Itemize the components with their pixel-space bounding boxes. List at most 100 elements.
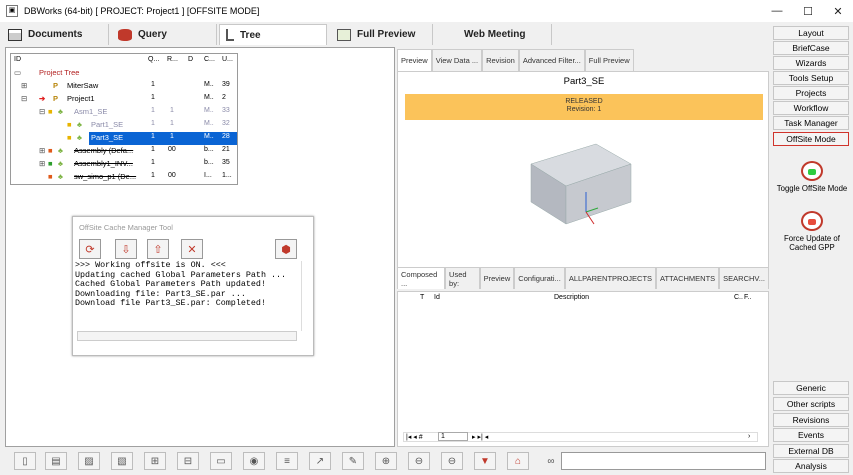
tab-web-meeting[interactable]: Web Meeting bbox=[436, 24, 552, 45]
toggle-offsite-button[interactable]: Toggle OffSite Mode bbox=[771, 161, 853, 193]
tab-revision[interactable]: Revision bbox=[482, 49, 519, 71]
sidebar-revisions[interactable]: Revisions bbox=[773, 413, 849, 427]
folder-icon[interactable]: ▧ bbox=[111, 452, 133, 470]
sidebar-events[interactable]: Events bbox=[773, 428, 849, 442]
zoom-in-icon[interactable]: ⊕ bbox=[375, 452, 397, 470]
sidebar-workflow[interactable]: Workflow bbox=[773, 101, 849, 115]
folder-icon: ■ bbox=[48, 146, 53, 155]
tab-query[interactable]: Query bbox=[112, 24, 217, 45]
tree-row-project1[interactable]: ⊟ ➔ P Project1 1 M.. 2 bbox=[11, 93, 237, 106]
folder-open-icon[interactable]: ▨ bbox=[78, 452, 100, 470]
tab-full-preview[interactable]: Full Preview bbox=[331, 24, 433, 45]
sidebar-task-manager[interactable]: Task Manager bbox=[773, 116, 849, 130]
arrow-icon: ➔ bbox=[39, 94, 46, 103]
sidebar-wizards[interactable]: Wizards bbox=[773, 56, 849, 70]
vertical-scrollbar[interactable] bbox=[301, 261, 311, 331]
clear-cache-button[interactable]: ✕ bbox=[181, 239, 203, 259]
documents-icon bbox=[8, 28, 22, 41]
column-c[interactable]: C.. bbox=[734, 294, 743, 301]
stack-icon[interactable]: ≡ bbox=[276, 452, 298, 470]
zoom-out-icon[interactable]: ⊖ bbox=[441, 452, 463, 470]
tab-configurations[interactable]: Configurati... bbox=[514, 267, 565, 289]
sidebar-generic[interactable]: Generic bbox=[773, 381, 849, 395]
collapse-icon[interactable]: ⊟ bbox=[21, 94, 27, 103]
column-u[interactable]: U... bbox=[222, 56, 233, 63]
column-id[interactable]: ID bbox=[14, 56, 21, 63]
upload-cache-button[interactable]: ⇧ bbox=[147, 239, 169, 259]
column-d[interactable]: D bbox=[188, 56, 193, 63]
document-icon[interactable]: ▭ bbox=[210, 452, 232, 470]
page-field[interactable]: 1 bbox=[438, 432, 468, 441]
scroll-right-icon[interactable]: › bbox=[748, 433, 750, 440]
vault-icon[interactable]: ▤ bbox=[45, 452, 67, 470]
sidebar-layout[interactable]: Layout bbox=[773, 26, 849, 40]
sidebar-other-scripts[interactable]: Other scripts bbox=[773, 397, 849, 411]
folder-icon: ■ bbox=[67, 133, 72, 142]
tree-view-icon[interactable]: ⊟ bbox=[177, 452, 199, 470]
tab-searchv[interactable]: SEARCHV... bbox=[719, 267, 769, 289]
tree-row-mitersaw[interactable]: ⊞ P MiterSaw 1 M.. 39 bbox=[11, 80, 237, 93]
stop-button[interactable]: ⬢ bbox=[275, 239, 297, 259]
tab-used-by[interactable]: Used by: bbox=[445, 267, 480, 289]
sidebar-offsite-mode[interactable]: OffSite Mode bbox=[773, 132, 849, 146]
column-f[interactable]: F.. bbox=[744, 294, 751, 301]
tab-allparentprojects[interactable]: ALLPARENTPROJECTS bbox=[564, 267, 657, 289]
expand-icon[interactable]: ⊞ bbox=[39, 159, 45, 168]
offsite-cache-manager-dialog: OffSite Cache Manager Tool ⟳ ⇩ ⇧ ✕ ⬢ >>>… bbox=[72, 216, 314, 356]
tab-attachments[interactable]: ATTACHMENTS bbox=[656, 267, 720, 289]
tree-row-assembly1-inv[interactable]: ⊞ ■ ♣ Assembly1_INV... 1 b... 35 bbox=[11, 158, 237, 171]
collapse-icon[interactable]: ⊟ bbox=[39, 107, 45, 116]
next-page-icon[interactable]: ▸ ▸| ◂ bbox=[472, 433, 488, 441]
tree-row-project-tree[interactable]: ▭ Project Tree bbox=[11, 67, 237, 80]
column-c[interactable]: C... bbox=[204, 56, 215, 63]
expand-icon[interactable]: ⊞ bbox=[21, 81, 27, 90]
tab-advanced-filter[interactable]: Advanced Filter... bbox=[518, 49, 585, 71]
column-description[interactable]: Description bbox=[554, 294, 589, 301]
force-update-button[interactable]: Force Update of Cached GPP bbox=[771, 211, 853, 252]
tree-row-part3[interactable]: ■ ♣ Part3_SE 1 1 M.. 28 bbox=[11, 132, 237, 145]
tab-documents[interactable]: Documents bbox=[2, 24, 109, 45]
edit-document-icon[interactable]: ✎ bbox=[342, 452, 364, 470]
tree-row-sw-simo[interactable]: ■ ♣ sw_simo_p1 (De... 1 00 I... 1... bbox=[11, 171, 237, 184]
assembly-icon: ♣ bbox=[58, 146, 63, 155]
expand-icon[interactable]: ⊞ bbox=[39, 146, 45, 155]
folder-icon: ■ bbox=[48, 172, 53, 181]
tree-row-assembly-defa[interactable]: ⊞ ■ ♣ Assembly (Defa... 1 00 b... 21 bbox=[11, 145, 237, 158]
lower-tabs: Composed ... Used by: Preview Configurat… bbox=[397, 265, 769, 289]
folder-icon: ■ bbox=[48, 159, 53, 168]
sidebar-tools-setup[interactable]: Tools Setup bbox=[773, 71, 849, 85]
filter-icon[interactable]: ▼ bbox=[474, 452, 496, 470]
search-icon[interactable]: ⊖ bbox=[408, 452, 430, 470]
project-icon: P bbox=[53, 94, 59, 103]
tab-composed[interactable]: Composed ... bbox=[397, 267, 446, 289]
new-document-icon[interactable]: ▯ bbox=[14, 452, 36, 470]
quick-search-input[interactable] bbox=[561, 452, 766, 470]
sidebar-projects[interactable]: Projects bbox=[773, 86, 849, 100]
tree-row-asm1[interactable]: ⊟ ■ ♣ Asm1_SE 1 1 M.. 33 bbox=[11, 106, 237, 119]
assembly-icon: ♣ bbox=[58, 159, 63, 168]
tab-full-preview[interactable]: Full Preview bbox=[584, 49, 634, 71]
first-page-icon[interactable]: |◂ ◂ # bbox=[406, 433, 423, 441]
sidebar-external-db[interactable]: External DB bbox=[773, 444, 849, 458]
database-icon[interactable]: ◉ bbox=[243, 452, 265, 470]
tab-view-data[interactable]: View Data ... bbox=[431, 49, 483, 71]
horizontal-scrollbar[interactable] bbox=[77, 331, 297, 341]
sidebar-analysis[interactable]: Analysis bbox=[773, 459, 849, 473]
refresh-cache-button[interactable]: ⟳ bbox=[79, 239, 101, 259]
where-used-icon[interactable]: ↗ bbox=[309, 452, 331, 470]
tab-preview[interactable]: Preview bbox=[397, 49, 432, 71]
grid-navigator[interactable]: |◂ ◂ # 1 ▸ ▸| ◂ › bbox=[403, 432, 758, 442]
column-q[interactable]: Q... bbox=[148, 56, 159, 63]
sidebar-briefcase[interactable]: BriefCase bbox=[773, 41, 849, 55]
tree-row-part1[interactable]: ■ ♣ Part1_SE 1 1 M.. 32 bbox=[11, 119, 237, 132]
hierarchy-icon[interactable]: ⊞ bbox=[144, 452, 166, 470]
binoculars-icon[interactable]: ∞ bbox=[540, 452, 562, 470]
home-icon[interactable]: ⌂ bbox=[507, 452, 529, 470]
tab-tree[interactable]: Tree bbox=[219, 24, 327, 45]
download-cache-button[interactable]: ⇩ bbox=[115, 239, 137, 259]
close-button[interactable]: ✕ bbox=[820, 0, 853, 22]
column-lower-id[interactable]: Id bbox=[434, 294, 440, 301]
column-r[interactable]: R... bbox=[167, 56, 178, 63]
column-t[interactable]: T bbox=[420, 294, 424, 301]
tab-lower-preview[interactable]: Preview bbox=[479, 267, 515, 289]
